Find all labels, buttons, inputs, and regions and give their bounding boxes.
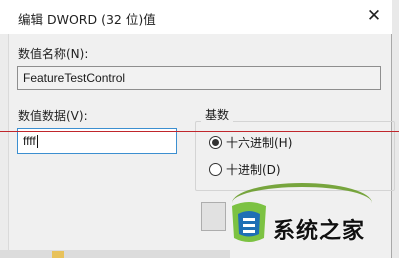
text-caret (36, 134, 38, 148)
radio-unselected-icon (209, 163, 222, 176)
radio-hexadecimal-label: 十六进制(H) (226, 136, 293, 150)
close-icon[interactable]: ✕ (362, 4, 386, 28)
radio-selected-icon (209, 136, 222, 149)
folder-icon (52, 251, 64, 258)
radio-decimal-label: 十进制(D) (226, 163, 281, 177)
ok-button[interactable] (201, 202, 226, 231)
base-groupbox-title: 基数 (201, 106, 234, 123)
radio-decimal[interactable]: 十进制(D) (209, 161, 281, 178)
background-window-edge (0, 34, 9, 258)
value-data-text: ffff (23, 134, 36, 148)
value-name-field[interactable]: FeatureTestControl (17, 66, 381, 90)
annotation-line (0, 131, 399, 132)
watermark-logo-icon (232, 202, 266, 242)
background-window-bottom (0, 250, 230, 258)
value-data-label: 数值数据(V): (18, 109, 88, 123)
value-name-label: 数值名称(N): (18, 47, 89, 61)
dialog-title: 编辑 DWORD (32 位)值 (18, 12, 156, 27)
title-bar: 编辑 DWORD (32 位)值 ✕ (0, 0, 392, 34)
value-name-text: FeatureTestControl (23, 71, 126, 85)
watermark-text: 系统之家 (273, 219, 366, 244)
radio-hexadecimal[interactable]: 十六进制(H) (209, 134, 292, 151)
